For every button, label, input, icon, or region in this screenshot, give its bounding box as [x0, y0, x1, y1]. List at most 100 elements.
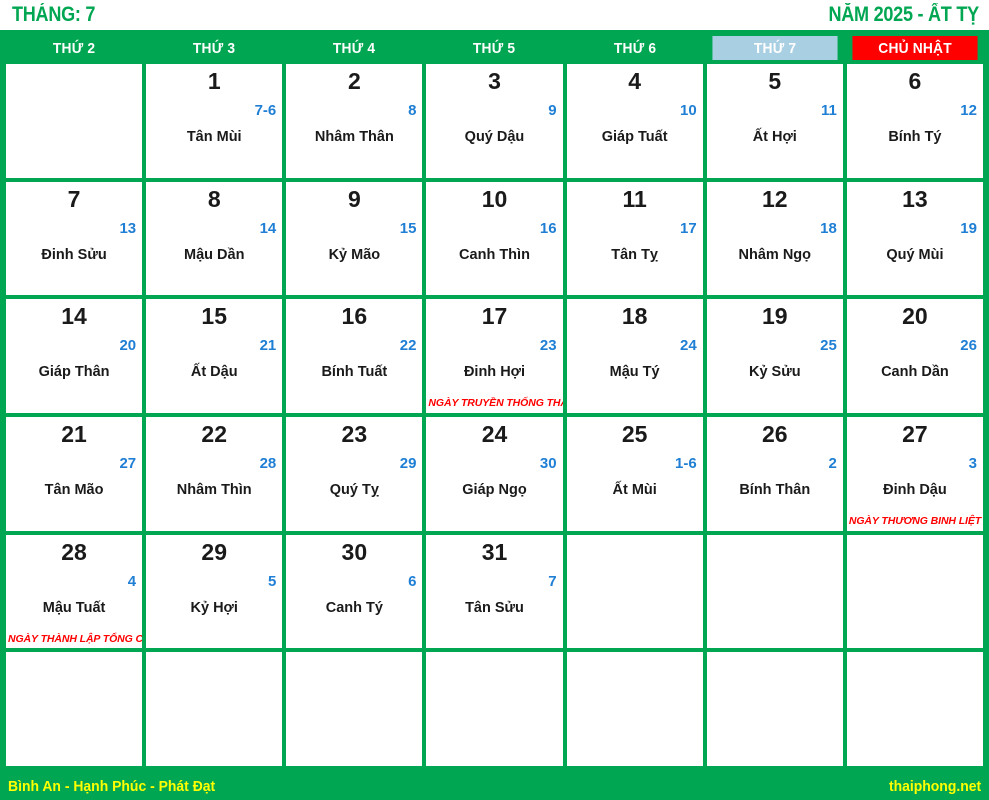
year-title: NĂM 2025 - ẤT TỴ — [828, 3, 980, 26]
lunar-day-number: 16 — [539, 219, 557, 237]
day-cell-empty — [566, 534, 703, 649]
day-cell-empty — [426, 652, 563, 766]
solar-day-number: 13 — [902, 185, 928, 212]
holiday-event-label: NGÀY THÀNH LẬP TỔNG CỤC — [8, 632, 142, 645]
solar-day-number: 14 — [61, 303, 87, 330]
day-cell[interactable]: 16 22 Bính Tuất — [286, 299, 423, 413]
day-cell[interactable]: 3 9 Quý Dậu — [426, 64, 563, 178]
can-chi-label: Nhâm Thìn — [176, 481, 252, 498]
footer-slogan: Bình An - Hạnh Phúc - Phát Đạt — [8, 777, 216, 795]
lunar-day-number: 23 — [539, 337, 557, 355]
can-chi-label: Kỷ Sửu — [748, 364, 801, 381]
footer-website[interactable]: thaiphong.net — [889, 778, 981, 795]
lunar-day-number: 3 — [968, 454, 977, 472]
can-chi-label: Kỷ Hợi — [190, 599, 238, 616]
solar-day-number: 19 — [761, 303, 788, 330]
solar-day-number: 1 — [207, 68, 221, 94]
solar-day-number: 26 — [761, 420, 788, 447]
lunar-day-number: 7-6 — [254, 102, 277, 119]
calendar-weeks: 1 7-6 Tân Mùi 2 8 Nhâm Thân 3 9 Quý Dậu 4 10 Giáp T… — [6, 64, 983, 766]
lunar-day-number: 22 — [399, 337, 417, 355]
day-cell[interactable]: 14 20 Giáp Thân — [6, 299, 143, 413]
day-cell[interactable]: 13 19 Quý Mùi — [846, 181, 983, 296]
lunar-day-number: 7 — [548, 572, 557, 590]
solar-day-number: 27 — [902, 420, 928, 447]
day-cell[interactable]: 29 5 Kỷ Hợi — [146, 534, 283, 649]
day-cell-empty — [566, 652, 703, 766]
lunar-day-number: 5 — [267, 572, 277, 590]
calendar-week-row — [6, 652, 983, 766]
day-cell[interactable]: 21 27 Tân Mão — [6, 416, 143, 531]
day-cell[interactable]: 25 1-6 Ất Mùi — [566, 416, 703, 531]
day-cell[interactable]: 20 26 Canh Dần — [846, 299, 983, 413]
day-cell[interactable]: 1 7-6 Tân Mùi — [146, 64, 283, 178]
solar-day-number: 5 — [768, 68, 782, 94]
can-chi-label: Đinh Dậu — [883, 481, 947, 498]
lunar-day-number: 18 — [820, 219, 837, 237]
weekday-header-3: THỨ 4 — [291, 36, 417, 60]
day-cell[interactable]: 9 15 Kỷ Mão — [286, 181, 423, 296]
can-chi-label: Quý Dậu — [464, 129, 525, 145]
solar-day-number: 18 — [621, 303, 648, 330]
lunar-day-number: 29 — [399, 454, 417, 472]
solar-day-number: 22 — [201, 420, 227, 447]
lunar-day-number: 21 — [259, 337, 277, 355]
day-cell[interactable]: 24 30 Giáp Ngọ — [426, 416, 563, 531]
calendar-week-row: 7 13 Đinh Sửu 8 14 Mậu Dần 9 15 Kỷ Mão 10 16 Canh T… — [6, 181, 983, 296]
lunar-day-number: 11 — [820, 102, 837, 119]
lunar-day-number: 28 — [259, 454, 277, 472]
lunar-day-number: 1-6 — [675, 454, 697, 472]
can-chi-label: Bính Tuất — [321, 364, 388, 381]
day-cell[interactable]: 12 18 Nhâm Ngọ — [706, 181, 843, 296]
day-cell[interactable]: 19 25 Kỷ Sửu — [706, 299, 843, 413]
solar-day-number: 25 — [621, 420, 648, 447]
day-cell[interactable]: 17 23 Đinh Hợi NGÀY TRUYỀN THỐNG THANH NIÊN — [426, 299, 563, 413]
day-cell[interactable]: 26 2 Bính Thân — [706, 416, 843, 531]
day-cell[interactable]: 18 24 Mậu Tý — [566, 299, 703, 413]
lunar-day-number: 19 — [960, 219, 977, 237]
day-cell-empty — [286, 652, 423, 766]
day-cell[interactable]: 31 7 Tân Sửu — [426, 534, 563, 649]
can-chi-label: Đinh Sửu — [41, 246, 107, 263]
day-cell[interactable]: 8 14 Mậu Dần — [146, 181, 283, 296]
lunar-day-number: 20 — [119, 337, 137, 355]
can-chi-label: Ất Hợi — [752, 129, 797, 145]
calendar-grid: THỨ 2 THỨ 3 THỨ 4 THỨ 5 THỨ 6 THỨ 7 CHỦ NHẬT 1… — [0, 30, 989, 772]
day-cell[interactable]: 6 12 Bính Tý — [846, 64, 983, 178]
day-cell[interactable]: 23 29 Quý Tỵ — [286, 416, 423, 531]
can-chi-label: Giáp Tuất — [601, 129, 668, 145]
can-chi-label: Giáp Ngọ — [462, 481, 527, 498]
can-chi-label: Kỷ Mão — [328, 246, 381, 263]
can-chi-label: Tân Mão — [44, 481, 104, 498]
holiday-event-label: NGÀY TRUYỀN THỐNG THANH NIÊN — [428, 397, 562, 410]
day-cell[interactable]: 5 11 Ất Hợi — [706, 64, 843, 178]
day-cell[interactable]: 10 16 Canh Thìn — [426, 181, 563, 296]
can-chi-label: Bính Thân — [739, 481, 811, 498]
can-chi-label: Ất Dậu — [190, 364, 238, 381]
lunar-day-number: 8 — [408, 102, 417, 119]
day-cell[interactable]: 30 6 Canh Tý — [286, 534, 423, 649]
day-cell[interactable]: 22 28 Nhâm Thìn — [146, 416, 283, 531]
can-chi-label: Đinh Hợi — [463, 364, 526, 381]
solar-day-number: 6 — [908, 68, 922, 94]
can-chi-label: Tân Mùi — [186, 129, 242, 145]
day-cell[interactable]: 15 21 Ất Dậu — [146, 299, 283, 413]
can-chi-label: Giáp Thân — [38, 364, 110, 381]
solar-day-number: 15 — [201, 303, 227, 330]
can-chi-label: Mậu Tuất — [42, 599, 106, 616]
solar-day-number: 21 — [61, 420, 87, 447]
day-cell[interactable]: 7 13 Đinh Sửu — [6, 181, 143, 296]
day-cell[interactable]: 11 17 Tân Tỵ — [566, 181, 703, 296]
lunar-day-number: 27 — [119, 454, 137, 472]
solar-day-number: 17 — [481, 303, 508, 330]
lunar-day-number: 14 — [259, 219, 277, 237]
day-cell[interactable]: 2 8 Nhâm Thân — [286, 64, 423, 178]
solar-day-number: 9 — [347, 185, 361, 212]
can-chi-label: Quý Tỵ — [329, 481, 379, 498]
day-cell-empty — [706, 652, 843, 766]
day-cell-empty — [846, 534, 983, 649]
day-cell[interactable]: 4 10 Giáp Tuất — [566, 64, 703, 178]
day-cell[interactable]: 28 4 Mậu Tuất NGÀY THÀNH LẬP TỔNG CỤC — [6, 534, 143, 649]
day-cell[interactable]: 27 3 Đinh Dậu NGÀY THƯƠNG BINH LIỆT SĨ — [846, 416, 983, 531]
can-chi-label: Mậu Tý — [609, 364, 660, 381]
